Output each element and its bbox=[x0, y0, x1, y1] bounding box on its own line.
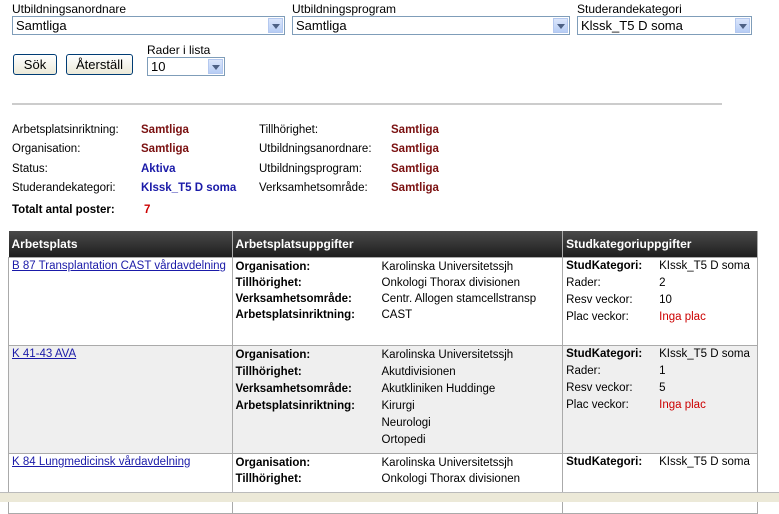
studkategoriuppgifter: StudKategori: KIssk_T5 D soma Rader: 2 Res… bbox=[566, 260, 754, 324]
utbildningsanordnare-select[interactable]: Samtliga bbox=[12, 16, 285, 35]
summary-value: Samtliga bbox=[141, 143, 189, 155]
arbetsplatsuppgifter: Organisation: Karolinska Universitetssjh … bbox=[236, 260, 560, 322]
rader-label: Rader i lista bbox=[147, 43, 211, 57]
total-label: Totalt antal poster: bbox=[12, 204, 115, 216]
rader-label: Rader: bbox=[566, 365, 601, 377]
verksamhet-value: Centr. Allogen stamcellstransp bbox=[381, 293, 537, 305]
results-table: Arbetsplats Arbetsplatsuppgifter Studkat… bbox=[8, 231, 758, 514]
summary-label: Organisation: bbox=[12, 143, 81, 155]
studerandekategori-label: Studerandekategori bbox=[577, 2, 682, 16]
resv-label: Resv veckor: bbox=[566, 382, 633, 394]
verksamhet-value: Akutkliniken Huddinge bbox=[381, 383, 496, 395]
rader-value: 2 bbox=[659, 277, 666, 289]
inriktning-value: Kirurgi bbox=[381, 400, 415, 412]
studkategori-value: KIssk_T5 D soma bbox=[659, 260, 750, 272]
header-arbetsplats: Arbetsplats bbox=[8, 231, 233, 258]
utbildningsanordnare-label: Utbildningsanordnare bbox=[12, 2, 127, 16]
organisation-label: Organisation: bbox=[235, 349, 311, 361]
chevron-down-icon[interactable] bbox=[735, 18, 750, 33]
arbetsplats-link[interactable]: K 41-43 AVA bbox=[12, 348, 76, 360]
summary-value: Samtliga bbox=[141, 124, 189, 136]
inriktning-value: CAST bbox=[381, 309, 413, 321]
chevron-down-icon[interactable] bbox=[268, 18, 283, 33]
studerandekategori-select[interactable]: Klssk_T5 D soma bbox=[577, 16, 752, 35]
summary-label: Verksamhetsområde: bbox=[259, 182, 368, 194]
studkategori-value: KIssk_T5 D soma bbox=[659, 348, 750, 360]
summary-value: Samtliga bbox=[391, 143, 439, 155]
inriktning-value: Neurologi bbox=[381, 417, 431, 429]
header-studkategoriuppgifter: Studkategoriuppgifter bbox=[562, 231, 758, 258]
tillhorighet-value: Akutdivisionen bbox=[381, 366, 456, 378]
organisation-value: Karolinska Universitetssjh bbox=[381, 349, 514, 361]
inriktning-label: Arbetsplatsinriktning: bbox=[235, 309, 355, 321]
resv-label: Resv veckor: bbox=[566, 294, 633, 306]
verksamhet-label: Verksamhetsområde: bbox=[235, 383, 352, 395]
arbetsplats-link[interactable]: B 87 Transplantation CAST vårdavdelning bbox=[12, 260, 226, 272]
inriktning-label: Arbetsplatsinriktning: bbox=[235, 400, 355, 412]
studkategori-label: StudKategori: bbox=[566, 348, 643, 360]
reset-button[interactable]: Återställ bbox=[66, 54, 133, 75]
tillhorighet-value: Onkologi Thorax divisionen bbox=[381, 277, 521, 289]
table-row: K 84 Lungmedicinsk vårdavdelning Organis… bbox=[8, 453, 758, 514]
organisation-value: Karolinska Universitetssjh bbox=[381, 261, 514, 273]
utbildningsprogram-select[interactable]: Samtliga bbox=[292, 16, 570, 35]
tillhorighet-label: Tillhörighet: bbox=[235, 277, 302, 289]
studkategoriuppgifter: StudKategori: KIssk_T5 D soma bbox=[566, 456, 754, 469]
table-row: K 41-43 AVA Organisation: Karolinska Univ… bbox=[8, 345, 758, 454]
summary-value: KIssk_T5 D soma bbox=[141, 182, 237, 194]
studkategori-value: KIssk_T5 D soma bbox=[659, 456, 750, 468]
summary-value: Samtliga bbox=[391, 182, 439, 194]
tillhorighet-value: Onkologi Thorax divisionen bbox=[381, 473, 521, 485]
inriktning-value: Ortopedi bbox=[381, 434, 426, 446]
summary-label: Arbetsplatsinriktning: bbox=[12, 124, 119, 136]
verksamhet-label: Verksamhetsområde: bbox=[235, 293, 352, 305]
chevron-down-icon[interactable] bbox=[208, 59, 223, 74]
rader-select[interactable]: 10 bbox=[147, 57, 225, 76]
arbetsplatsuppgifter: Organisation: Karolinska Universitetssjh … bbox=[236, 456, 560, 486]
summary-label: Utbildningsanordnare: bbox=[259, 143, 372, 155]
resv-value: 10 bbox=[659, 294, 672, 306]
rader-label: Rader: bbox=[566, 277, 601, 289]
chevron-down-icon[interactable] bbox=[553, 18, 568, 33]
summary-label: Tillhörighet: bbox=[259, 124, 319, 136]
plac-value: Inga plac bbox=[659, 311, 706, 323]
arbetsplatsuppgifter: Organisation: Karolinska Universitetssjh … bbox=[236, 348, 560, 447]
table-header: Arbetsplats Arbetsplatsuppgifter Studkat… bbox=[8, 231, 758, 258]
utbildningsanordnare-value: Samtliga bbox=[16, 18, 67, 33]
studkategori-label: StudKategori: bbox=[566, 260, 643, 272]
resv-value: 5 bbox=[659, 382, 666, 394]
summary-label: Studerandekategori: bbox=[12, 182, 116, 194]
arbetsplats-link[interactable]: K 84 Lungmedicinsk vårdavdelning bbox=[12, 456, 190, 468]
organisation-label: Organisation: bbox=[235, 261, 311, 273]
summary-label: Utbildningsprogram: bbox=[259, 163, 362, 175]
tillhorighet-label: Tillhörighet: bbox=[235, 366, 302, 378]
rader-value: 1 bbox=[659, 365, 666, 377]
utbildningsprogram-value: Samtliga bbox=[296, 18, 347, 33]
plac-value: Inga plac bbox=[659, 399, 706, 411]
studerandekategori-value: Klssk_T5 D soma bbox=[581, 18, 683, 33]
plac-label: Plac veckor: bbox=[566, 399, 629, 411]
divider bbox=[12, 103, 722, 105]
studkategoriuppgifter: StudKategori: KIssk_T5 D soma Rader: 1 Res… bbox=[566, 348, 754, 412]
header-arbetsplatsuppgifter: Arbetsplatsuppgifter bbox=[232, 231, 564, 258]
studkategori-label: StudKategori: bbox=[566, 456, 643, 468]
rader-value: 10 bbox=[151, 59, 166, 74]
plac-label: Plac veckor: bbox=[566, 311, 629, 323]
summary-label: Status: bbox=[12, 163, 48, 175]
utbildningsprogram-label: Utbildningsprogram bbox=[292, 2, 397, 16]
search-button[interactable]: Sök bbox=[13, 54, 57, 75]
organisation-label: Organisation: bbox=[235, 457, 311, 469]
total-value: 7 bbox=[144, 204, 151, 216]
summary-value: Samtliga bbox=[391, 124, 439, 136]
summary-value: Samtliga bbox=[391, 163, 439, 175]
table-row: B 87 Transplantation CAST vårdavdelning … bbox=[8, 257, 758, 346]
tillhorighet-label: Tillhörighet: bbox=[235, 473, 302, 485]
summary-value: Aktiva bbox=[141, 163, 176, 175]
organisation-value: Karolinska Universitetssjh bbox=[381, 457, 514, 469]
